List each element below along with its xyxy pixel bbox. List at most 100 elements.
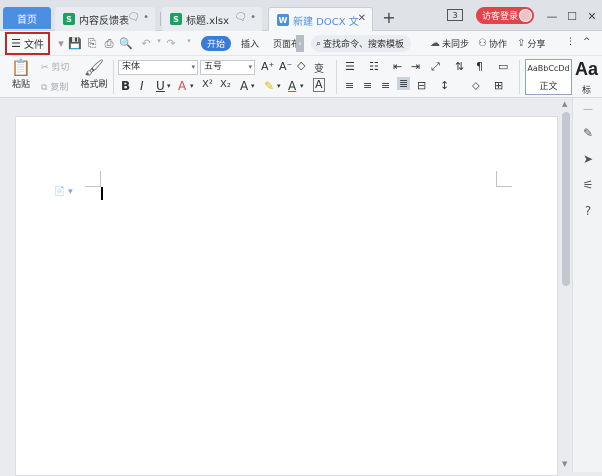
show-marks-icon[interactable]: ¶ [476,60,483,73]
sync-status-button[interactable]: ☁ 未同步 [430,37,469,50]
collapse-panel-icon[interactable]: — [580,104,596,120]
subscript-button[interactable]: X₂ [220,79,231,90]
undo-icon[interactable]: ↶ [139,37,153,50]
new-tab-button[interactable]: + [380,7,398,27]
character-border-button[interactable]: A [313,78,325,92]
paragraph-format-icon[interactable]: 📄 ▾ [54,187,73,197]
align-left-icon[interactable]: ≡ [345,79,354,92]
window-count-badge[interactable]: 3 [447,9,463,21]
phonetic-guide-button[interactable]: 变 [314,60,324,75]
save-icon[interactable]: 💾 [68,37,82,50]
borders-icon[interactable]: ⊞ [494,79,503,92]
tab-new-docx[interactable]: W 新建 DOCX 文 ✕ [268,7,373,32]
scrollbar-thumb[interactable] [562,112,570,286]
minimize-button[interactable]: — [544,8,560,24]
chevron-down-icon[interactable]: ▾ [300,82,304,90]
align-right-icon[interactable]: ≡ [381,79,390,92]
document-page[interactable]: 📄 ▾ [15,116,558,476]
share-label: 分享 [527,40,546,50]
underline-button[interactable]: U [156,79,165,93]
increase-indent-icon[interactable]: ⇥ [411,60,420,73]
collapse-ribbon-icon[interactable]: ^ [583,37,591,47]
print-icon[interactable]: ⎙ [102,37,116,51]
style-normal[interactable]: AaBbCcDd 正文 [525,59,572,95]
word-doc-icon: W [277,14,289,26]
more-options-icon[interactable]: ⋮ [566,37,575,47]
share-icon: ⇪ [517,38,526,49]
bold-button[interactable]: B [121,79,130,93]
paste-button[interactable]: 📋 粘贴 [8,59,34,91]
collaborate-button[interactable]: ⚇ 协作 [478,37,507,50]
paste-label: 粘贴 [11,80,30,90]
tab-start[interactable]: 开始 [201,36,231,51]
close-tab-icon[interactable]: ✕ [358,13,366,24]
italic-button[interactable]: I [140,79,144,93]
tab-home[interactable]: 首页 [3,7,51,29]
copy-button[interactable]: ⧉ 复制 [41,80,68,93]
style-heading-sample[interactable]: Aa [575,59,598,80]
settings-sliders-icon[interactable]: ⚟ [580,178,596,194]
bullet-list-icon[interactable]: ☰ [345,60,355,73]
close-window-button[interactable]: ✕ [584,8,600,24]
redo-icon[interactable]: ↷ [164,37,178,50]
font-size-select[interactable]: 五号 ▾ [200,60,255,75]
scroll-up-arrow-icon[interactable]: ▲ [562,100,567,108]
sort-icon[interactable]: ⇅ [455,60,464,73]
tab-feedback-sheet[interactable]: S 内容反馈表 🗨 • [55,7,155,31]
comment-dot-icon[interactable]: 🗨 • [234,12,256,23]
chevron-down-icon[interactable]: ▾ [190,82,194,90]
share-button[interactable]: ⇪ 分享 [517,37,545,50]
more-tabs-chevron-icon[interactable]: › [296,35,304,52]
font-color-button[interactable]: A [288,79,296,93]
dropdown-chevron-icon[interactable]: ▾ [54,37,68,50]
comment-dot-icon[interactable]: 🗨 • [127,12,149,23]
search-input[interactable]: ⌕ 查找命令、搜索模板 [311,35,411,52]
line-spacing-icon[interactable]: ↕ [440,79,449,92]
font-name-value: 宋体 [122,62,141,72]
text-effect-button[interactable]: A [240,79,248,93]
style-normal-label: 正文 [539,82,558,92]
text-color-a-button[interactable]: A [178,79,186,93]
grow-font-button[interactable]: A⁺ [261,60,274,73]
tab-insert[interactable]: 插入 [241,37,259,50]
select-cursor-icon[interactable]: ➤ [580,152,596,168]
document-canvas[interactable]: 📄 ▾ [0,98,560,476]
justify-icon[interactable]: ≣ [397,77,411,90]
customize-dropdown-icon[interactable]: ▾ [182,37,196,45]
visitor-login-label: 访客登录 [482,12,519,22]
file-menu-button[interactable]: ☰ 文件 [5,32,50,55]
text-box-icon[interactable]: ▭ [498,60,508,73]
visitor-login-button[interactable]: 访客登录 [476,7,534,24]
chinese-layout-icon[interactable]: ⤢ [431,60,440,74]
avatar [519,9,532,22]
chevron-down-icon[interactable]: ▾ [277,82,281,90]
chevron-down-icon[interactable]: ▾ [167,82,171,90]
decrease-indent-icon[interactable]: ⇤ [393,60,402,73]
scroll-down-arrow-icon[interactable]: ▼ [562,460,567,468]
shrink-font-button[interactable]: A⁻ [279,60,292,73]
output-pdf-icon[interactable]: ⎘ [85,37,99,51]
cut-button[interactable]: ✂ 剪切 [41,60,69,73]
file-menu-label: 文件 [23,40,44,51]
distributed-align-icon[interactable]: ⊟ [417,79,426,92]
font-name-select[interactable]: 宋体 ▾ [118,60,198,75]
edit-pen-icon[interactable]: ✎ [580,126,596,142]
highlight-icon[interactable]: ✎ [264,79,274,93]
chevron-down-icon[interactable]: ▾ [251,82,255,90]
superscript-button[interactable]: X² [202,79,213,90]
shading-icon[interactable]: ⬦ [472,79,480,93]
tab-title-xlsx[interactable]: S 标题.xlsx 🗨 • [162,7,262,31]
clear-format-icon[interactable]: ◇ [297,59,305,72]
copy-label: 复制 [50,83,69,93]
help-icon[interactable]: ? [580,204,596,220]
print-preview-icon[interactable]: 🔍 [119,37,133,50]
align-center-icon[interactable]: ≡ [363,79,372,92]
maximize-button[interactable]: ☐ [564,8,580,24]
vertical-scrollbar[interactable]: ▲ ▼ [560,98,572,472]
numbered-list-icon[interactable]: ☷ [369,60,379,73]
format-painter-button[interactable]: 🖌 格式刷 [78,59,110,91]
scissors-icon: ✂ [41,63,49,73]
text-cursor [101,187,103,200]
hamburger-icon: ☰ [11,37,21,50]
ribbon-divider [336,60,337,94]
